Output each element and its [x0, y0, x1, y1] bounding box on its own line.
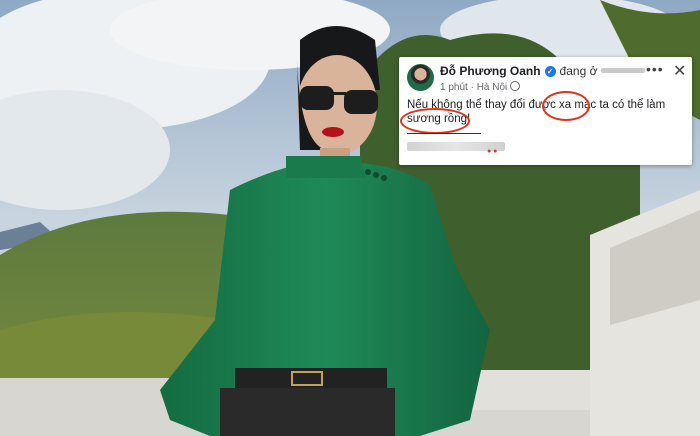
- status-text: đang ở: [559, 64, 598, 78]
- facebook-post-card: Đỗ Phương Oanh ✓ đang ở 1 phút · Hà Nội ••…: [399, 57, 692, 165]
- post-location: Hà Nội: [476, 82, 508, 93]
- blurred-location-text: [600, 68, 645, 73]
- blurred-emoji: ● ●: [487, 148, 498, 155]
- more-options-icon[interactable]: •••: [646, 61, 664, 77]
- avatar[interactable]: [407, 64, 434, 91]
- verified-badge-icon: ✓: [544, 66, 556, 77]
- red-annotation-circle: [542, 91, 590, 121]
- post-header: Đỗ Phương Oanh ✓ đang ở: [440, 64, 645, 78]
- globe-icon: [510, 81, 521, 91]
- author-name[interactable]: Đỗ Phương Oanh: [440, 64, 541, 78]
- red-annotation-circle: [400, 108, 470, 134]
- divider: [407, 133, 481, 134]
- post-time[interactable]: 1 phút: [440, 82, 468, 93]
- close-icon[interactable]: ✕: [673, 61, 686, 81]
- post-meta: 1 phút · Hà Nội: [440, 81, 521, 93]
